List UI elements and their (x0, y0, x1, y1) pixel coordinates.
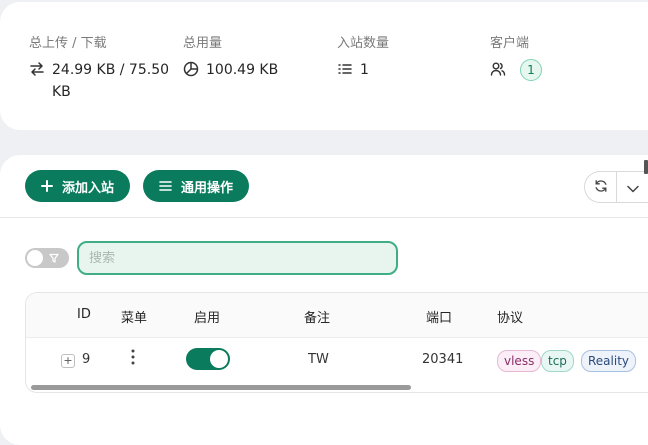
stat-usage: 总用量 100.49 KB (183, 35, 278, 81)
refresh-icon (594, 178, 608, 197)
stat-traffic-value: 24.99 KB / 75.50 KB (52, 62, 170, 100)
col-remark: 备注 (304, 311, 331, 326)
col-menu: 菜单 (121, 311, 148, 326)
stat-inbounds-value: 1 (360, 62, 369, 78)
swap-icon (29, 61, 47, 79)
chevron-down-icon (626, 178, 639, 197)
inbounds-card: 添加入站 通用操作 搜索 ID 菜单 启用 备注 端口 协议 + 9 TW 20… (0, 155, 648, 445)
toolbar-divider (0, 217, 648, 218)
table-header: ID 菜单 启用 备注 端口 协议 (26, 293, 648, 338)
protocol-tag: vless (497, 350, 542, 372)
inbounds-table: ID 菜单 启用 备注 端口 协议 + 9 TW 20341 vless tcp… (25, 292, 648, 393)
clients-count-badge[interactable]: 1 (520, 59, 542, 81)
expand-row-button[interactable]: + (61, 354, 75, 368)
stat-usage-value: 100.49 KB (206, 62, 279, 78)
stat-traffic: 总上传 / 下载 24.99 KB / 75.50 KB (29, 35, 169, 103)
stats-card: 总上传 / 下载 24.99 KB / 75.50 KB 总用量 100.49 … (0, 2, 648, 130)
refresh-button[interactable] (585, 172, 616, 202)
plus-icon (41, 180, 53, 192)
general-actions-label: 通用操作 (181, 180, 234, 196)
stat-clients-label: 客户端 (490, 36, 530, 51)
search-input[interactable] (77, 241, 398, 275)
stat-clients: 客户端 1 (490, 35, 542, 81)
stat-inbounds-label: 入站数量 (337, 36, 390, 51)
menu-icon (159, 180, 172, 192)
pie-chart-icon (183, 61, 201, 79)
general-actions-button[interactable]: 通用操作 (143, 170, 250, 202)
row-remark: TW (308, 352, 329, 367)
horizontal-scrollbar[interactable] (31, 385, 411, 390)
filter-toggle[interactable] (25, 248, 69, 268)
col-enable: 启用 (194, 311, 221, 326)
refresh-control (584, 171, 648, 203)
add-inbound-label: 添加入站 (62, 180, 115, 196)
stat-traffic-label: 总上传 / 下载 (29, 36, 107, 51)
col-id[interactable]: ID (77, 307, 91, 322)
more-icon[interactable] (131, 349, 135, 369)
users-icon (490, 61, 508, 79)
network-tag: tcp (541, 350, 574, 372)
add-inbound-button[interactable]: 添加入站 (25, 170, 131, 202)
col-protocol: 协议 (497, 311, 524, 326)
scroll-edge-indicator (644, 160, 648, 174)
row-port: 20341 (422, 352, 464, 367)
enable-switch[interactable] (186, 348, 230, 370)
security-tag: Reality (581, 350, 637, 372)
list-icon (337, 61, 355, 79)
row-id: 9 (82, 352, 91, 367)
refresh-options-dropdown[interactable] (617, 172, 648, 202)
col-port: 端口 (426, 311, 453, 326)
stat-usage-label: 总用量 (183, 36, 223, 51)
filter-icon (49, 253, 59, 263)
stat-inbounds: 入站数量 1 (337, 35, 389, 81)
